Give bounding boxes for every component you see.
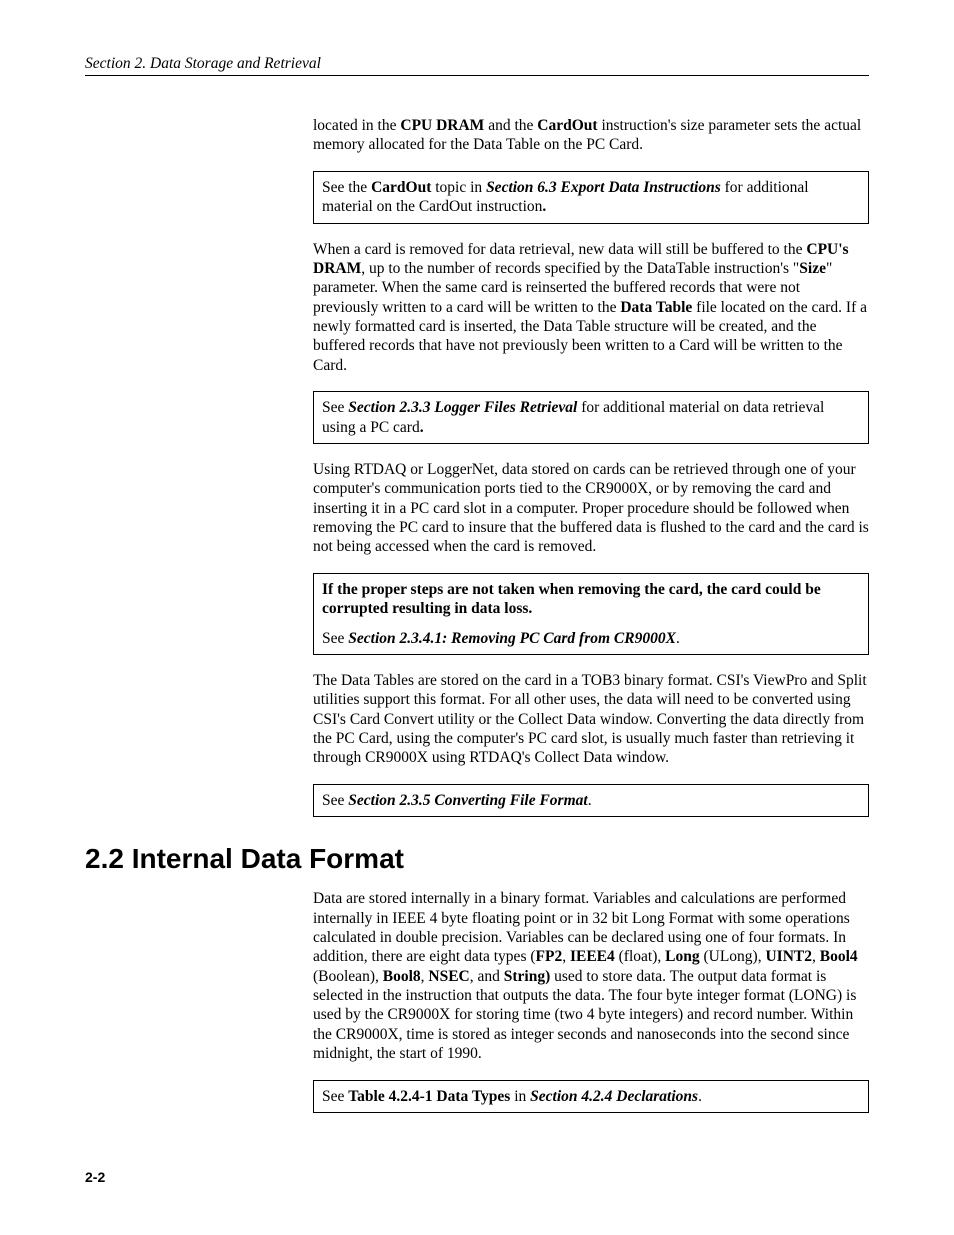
text: . [676, 630, 680, 647]
note-box-cardout: See the CardOut topic in Section 6.3 Exp… [313, 171, 869, 224]
paragraph-rtdaq: Using RTDAQ or LoggerNet, data stored on… [313, 460, 869, 557]
paragraph-tob3: The Data Tables are stored on the card i… [313, 671, 869, 768]
term-ieee4: IEEE4 [570, 948, 615, 965]
paragraph-card-removed: When a card is removed for data retrieva… [313, 240, 869, 376]
text: See [322, 792, 348, 809]
xref-section-2-3-4-1: Section 2.3.4.1: Removing PC Card from C… [348, 630, 676, 647]
text: See the [322, 179, 371, 196]
running-header: Section 2. Data Storage and Retrieval [85, 55, 869, 76]
period-bold: . [420, 419, 424, 436]
term-bool8: Bool8 [383, 968, 421, 985]
text: See [322, 1088, 348, 1105]
paragraph-internal-format: Data are stored internally in a binary f… [313, 889, 869, 1063]
xref-table-4-2-4-1: Table 4.2.4-1 Data Types [348, 1088, 510, 1105]
term-uint2: UINT2 [765, 948, 812, 965]
note-box-warning: If the proper steps are not taken when r… [313, 573, 869, 655]
term-fp2: FP2 [536, 948, 563, 965]
xref-section-6-3: Section 6.3 Export Data Instructions [486, 179, 721, 196]
term-data-table: Data Table [620, 299, 692, 316]
text: , [812, 948, 820, 965]
text: and the [484, 117, 537, 134]
warning-bold: If the proper steps are not taken when r… [322, 581, 821, 617]
note-box-converting: See Section 2.3.5 Converting File Format… [313, 784, 869, 817]
term-cpu-dram: CPU DRAM [400, 117, 484, 134]
text: (float), [615, 948, 665, 965]
note-box-logger-files: See Section 2.3.3 Logger Files Retrieval… [313, 391, 869, 444]
xref-section-4-2-4: Section 4.2.4 Declarations [530, 1088, 698, 1105]
term-nsec: NSEC [428, 968, 469, 985]
term-size: Size [799, 260, 826, 277]
text: (ULong), [700, 948, 766, 965]
term-bool4: Bool4 [820, 948, 858, 965]
text: , [562, 948, 570, 965]
xref-section-2-3-3: Section 2.3.3 Logger Files Retrieval [348, 399, 577, 416]
text: topic in [431, 179, 486, 196]
text: in [510, 1088, 530, 1105]
text: See [322, 630, 348, 647]
note-text: See Section 2.3.5 Converting File Format… [322, 791, 860, 810]
note-box-data-types: See Table 4.2.4-1 Data Types in Section … [313, 1080, 869, 1113]
body-content-2: Data are stored internally in a binary f… [313, 889, 869, 1113]
text: . [588, 792, 592, 809]
text: , up to the number of records specified … [361, 260, 799, 277]
term-cardout: CardOut [537, 117, 597, 134]
note-text: See the CardOut topic in Section 6.3 Exp… [322, 178, 860, 217]
paragraph-intro: located in the CPU DRAM and the CardOut … [313, 116, 869, 155]
term-long: Long [665, 948, 699, 965]
text: When a card is removed for data retrieva… [313, 241, 806, 258]
note-text: See Table 4.2.4-1 Data Types in Section … [322, 1087, 860, 1106]
warning-text: If the proper steps are not taken when r… [322, 580, 860, 619]
page: Section 2. Data Storage and Retrieval lo… [0, 0, 954, 1235]
text: located in the [313, 117, 400, 134]
text: . [698, 1088, 702, 1105]
page-number: 2-2 [85, 1169, 105, 1185]
text: , and [470, 968, 504, 985]
term-cardout: CardOut [371, 179, 431, 196]
body-content: located in the CPU DRAM and the CardOut … [313, 116, 869, 817]
note-text: See Section 2.3.4.1: Removing PC Card fr… [322, 629, 860, 648]
note-text: See Section 2.3.3 Logger Files Retrieval… [322, 398, 860, 437]
heading-2-2: 2.2 Internal Data Format [85, 843, 869, 875]
term-string: String) [504, 968, 551, 985]
xref-section-2-3-5: Section 2.3.5 Converting File Format [348, 792, 587, 809]
text: (Boolean), [313, 968, 383, 985]
period-bold: . [542, 198, 546, 215]
text: See [322, 399, 348, 416]
